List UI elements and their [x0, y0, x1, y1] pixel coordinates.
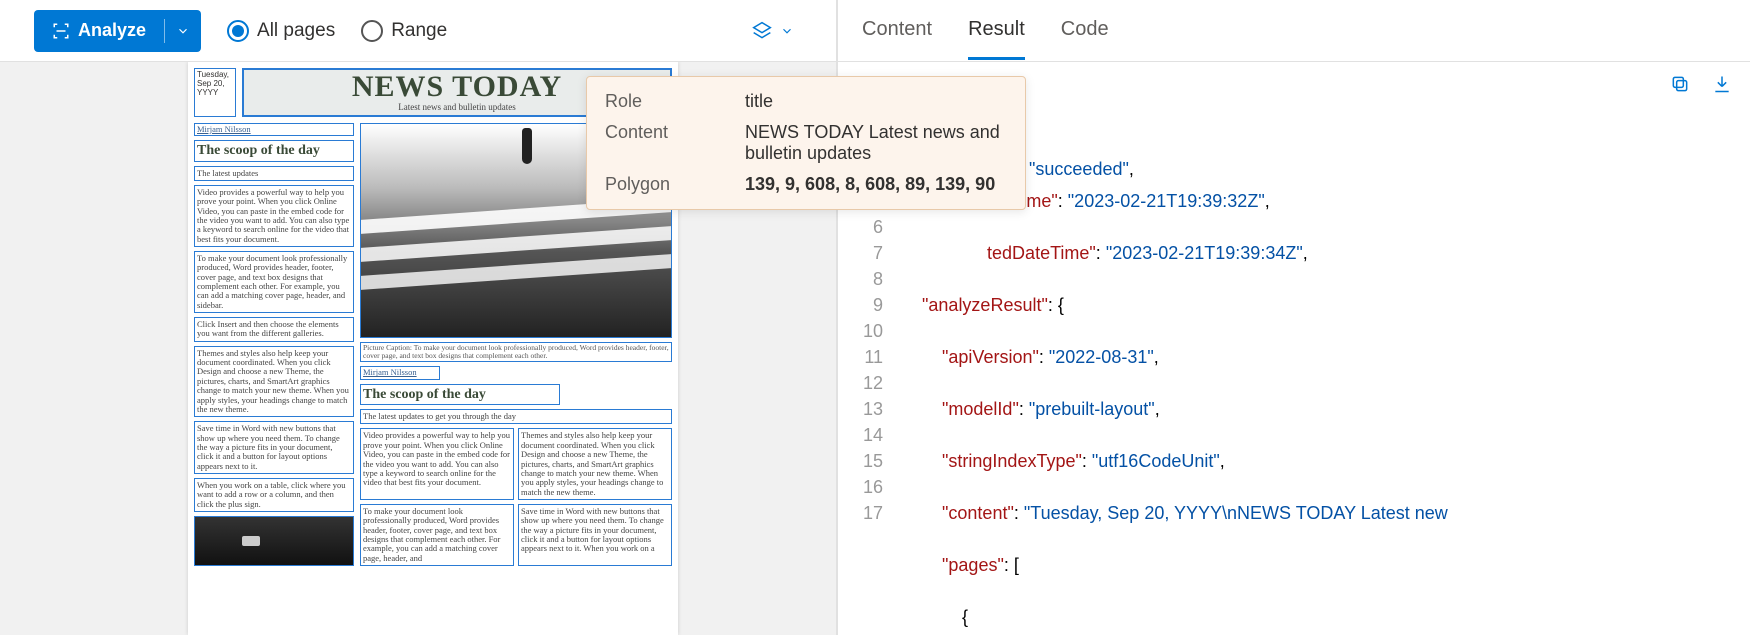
copy-button[interactable] — [1670, 74, 1690, 99]
layers-dropdown[interactable] — [752, 21, 794, 41]
element-details-popover: Role title Content NEWS TODAY Latest new… — [586, 76, 1026, 210]
bbox-para[interactable]: Video provides a powerful way to help yo… — [194, 185, 354, 247]
bbox-para[interactable]: Click Insert and then choose the element… — [194, 317, 354, 342]
bbox-author[interactable]: Mirjam Nilsson — [194, 123, 354, 136]
bbox-para[interactable]: To make your document look professionall… — [194, 251, 354, 313]
bbox-image[interactable] — [194, 516, 354, 566]
result-tabs: Content Result Code — [838, 0, 1750, 62]
bbox-para[interactable]: Save time in Word with new buttons that … — [518, 504, 672, 566]
bbox-headline[interactable]: The scoop of the day — [360, 384, 560, 405]
bbox-para[interactable]: To make your document look professionall… — [360, 504, 514, 566]
bbox-para[interactable]: Themes and styles also help keep your do… — [518, 428, 672, 499]
analyze-button[interactable]: Analyze — [34, 10, 201, 52]
radio-icon — [227, 20, 249, 42]
bbox-caption[interactable]: Picture Caption: To make your document l… — [360, 342, 672, 363]
tab-content[interactable]: Content — [862, 2, 932, 60]
bbox-para[interactable]: When you work on a table, click where yo… — [194, 478, 354, 512]
radio-range[interactable]: Range — [361, 20, 447, 42]
popover-polygon-label: Polygon — [605, 174, 745, 195]
left-toolbar: Analyze All pages Range — [0, 0, 836, 62]
tab-result[interactable]: Result — [968, 2, 1025, 60]
popover-content-value: NEWS TODAY Latest news and bulletin upda… — [745, 122, 1007, 164]
code-fragment-overflow: : "succeeded", — [1019, 156, 1134, 182]
copy-icon — [1670, 74, 1690, 94]
page-range-radio-group: All pages Range — [227, 20, 447, 42]
popover-polygon-value: 139, 9, 608, 8, 608, 89, 139, 90 — [745, 174, 1007, 195]
bbox-author[interactable]: Mirjam Nilsson — [360, 366, 440, 379]
bbox-para[interactable]: Themes and styles also help keep your do… — [194, 346, 354, 417]
bbox-date[interactable]: Tuesday, Sep 20, YYYY — [194, 68, 236, 117]
layers-icon — [752, 21, 772, 41]
radio-icon — [361, 20, 383, 42]
chevron-down-icon — [780, 24, 794, 38]
bbox-para[interactable]: Save time in Word with new buttons that … — [194, 421, 354, 474]
bbox-subheading[interactable]: The latest updates — [194, 166, 354, 181]
bbox-headline[interactable]: The scoop of the day — [194, 140, 354, 161]
analyze-dropdown[interactable] — [165, 24, 201, 38]
popover-role-label: Role — [605, 91, 745, 112]
popover-role-value: title — [745, 91, 1007, 112]
tab-code[interactable]: Code — [1061, 2, 1109, 60]
scan-icon — [52, 22, 70, 40]
popover-content-label: Content — [605, 122, 745, 164]
bbox-para[interactable]: Video provides a powerful way to help yo… — [360, 428, 514, 499]
radio-all-pages[interactable]: All pages — [227, 20, 335, 42]
analyze-label: Analyze — [78, 20, 146, 41]
chevron-down-icon — [176, 24, 190, 38]
bbox-subheading[interactable]: The latest updates to get you through th… — [360, 409, 672, 424]
download-icon — [1712, 74, 1732, 94]
download-button[interactable] — [1712, 74, 1732, 99]
